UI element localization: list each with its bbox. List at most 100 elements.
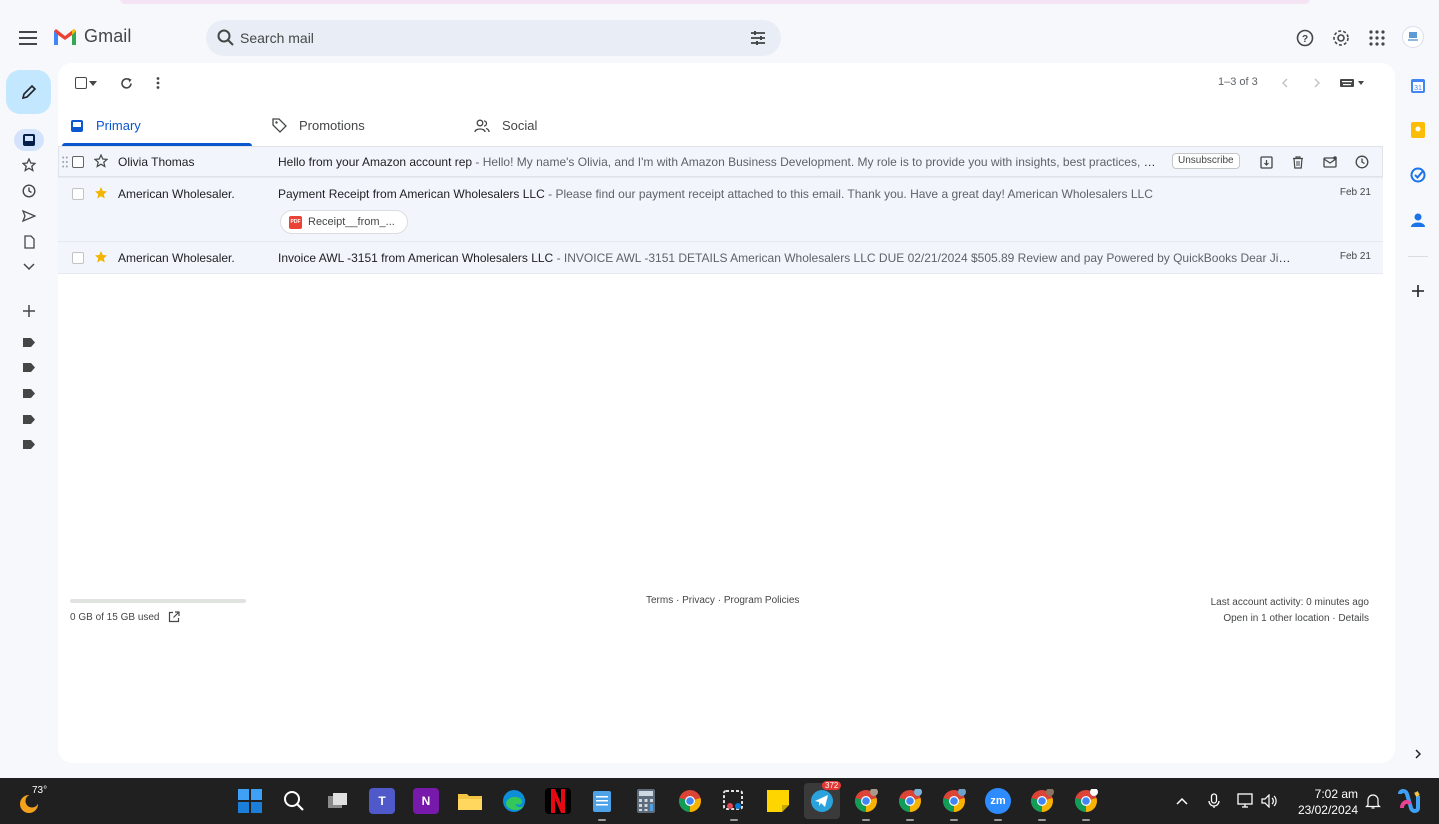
tab-label: Primary	[96, 118, 141, 133]
older-button[interactable]	[1306, 73, 1328, 93]
gmail-logo[interactable]: Gmail	[52, 26, 132, 47]
chrome-icon	[679, 790, 701, 812]
create-label-button[interactable]	[16, 300, 42, 322]
help-button[interactable]: ?	[1292, 25, 1317, 50]
search-options-icon[interactable]	[748, 28, 768, 48]
program-policies-link[interactable]: Program Policies	[724, 595, 800, 606]
email-row[interactable]: American Wholesaler. Payment Receipt fro…	[58, 178, 1383, 242]
show-hidden-icons-button[interactable]	[1172, 791, 1192, 811]
email-row[interactable]: American Wholesaler. Invoice AWL -3151 f…	[58, 242, 1383, 274]
calculator-app[interactable]	[633, 788, 659, 814]
netflix-app[interactable]	[545, 788, 571, 814]
email-subject: Hello from your Amazon account rep	[278, 155, 473, 169]
folder-icon	[458, 794, 482, 810]
footer: 0 GB of 15 GB used Terms · Privacy · Pro…	[58, 593, 1395, 633]
chevron-right-icon	[1314, 78, 1320, 88]
hide-side-panel-button[interactable]	[1407, 743, 1429, 765]
chrome-profile-5[interactable]	[1073, 788, 1099, 821]
nav-label-1[interactable]	[16, 331, 42, 353]
apps-button[interactable]	[1364, 25, 1389, 50]
tab-promotions[interactable]: Promotions	[272, 105, 462, 146]
windows-icon	[238, 789, 262, 813]
star-filled-icon[interactable]	[94, 250, 108, 264]
network-button[interactable]	[1236, 791, 1256, 811]
input-tools-button[interactable]	[1338, 73, 1366, 93]
row-checkbox[interactable]	[72, 156, 84, 168]
refresh-button[interactable]	[115, 73, 137, 93]
storage-info: 0 GB of 15 GB used	[70, 611, 180, 623]
newer-button[interactable]	[1274, 73, 1296, 93]
details-link[interactable]: Details	[1338, 613, 1369, 624]
start-button[interactable]	[237, 788, 263, 814]
temperature: 73°	[32, 785, 48, 796]
edge-app[interactable]	[501, 788, 527, 814]
teams-app[interactable]: T	[369, 788, 395, 814]
taskbar-search-button[interactable]	[281, 788, 307, 814]
select-dropdown[interactable]	[86, 73, 100, 93]
search-input[interactable]	[240, 20, 740, 56]
file-explorer-app[interactable]	[457, 788, 483, 814]
row-checkbox[interactable]	[72, 188, 84, 200]
weather-widget[interactable]: 73°	[18, 785, 48, 817]
volume-button[interactable]	[1259, 791, 1279, 811]
email-subject: Invoice AWL -3151 from American Wholesal…	[278, 251, 554, 265]
avatar-icon	[1408, 32, 1418, 41]
snipping-tool-app[interactable]	[721, 788, 747, 821]
sticky-notes-app[interactable]	[765, 788, 791, 814]
delete-button[interactable]	[1288, 152, 1308, 172]
email-row[interactable]: Olivia Thomas Hello from your Amazon acc…	[58, 146, 1383, 178]
unsubscribe-button[interactable]: Unsubscribe	[1172, 153, 1240, 169]
nav-label-2[interactable]	[16, 356, 42, 378]
notepad-app[interactable]	[589, 788, 615, 821]
external-link-icon[interactable]	[168, 611, 180, 623]
contacts-app-button[interactable]	[1407, 209, 1429, 231]
account-avatar[interactable]	[1402, 26, 1424, 48]
compose-button[interactable]	[6, 70, 51, 114]
nav-snoozed[interactable]	[16, 180, 42, 202]
calendar-app-button[interactable]: 31	[1407, 75, 1429, 97]
snooze-button[interactable]	[1352, 152, 1372, 172]
chrome-profile-1[interactable]	[853, 788, 879, 821]
system-clock[interactable]: 7:02 am 23/02/2024	[1288, 786, 1358, 818]
nav-drafts[interactable]	[16, 231, 42, 253]
nav-inbox[interactable]	[14, 129, 44, 151]
more-options-button[interactable]	[147, 73, 169, 93]
tab-primary[interactable]: Primary	[58, 105, 252, 146]
task-view-button[interactable]	[325, 788, 351, 814]
nav-label-4[interactable]	[16, 408, 42, 430]
nav-label-3[interactable]	[16, 382, 42, 404]
nav-more[interactable]	[16, 256, 42, 278]
microphone-button[interactable]	[1204, 791, 1224, 811]
onenote-app[interactable]: N	[413, 788, 439, 814]
copilot-button[interactable]	[1396, 788, 1422, 814]
chrome-profile-2[interactable]	[897, 788, 923, 821]
star-outline-icon[interactable]	[94, 154, 108, 168]
drag-handle-icon[interactable]	[62, 156, 68, 168]
archive-button[interactable]	[1256, 152, 1276, 172]
nav-label-5[interactable]	[16, 433, 42, 455]
chrome-profile-3[interactable]	[941, 788, 967, 821]
keep-app-button[interactable]	[1407, 119, 1429, 141]
star-filled-icon[interactable]	[94, 186, 108, 200]
notifications-button[interactable]	[1363, 791, 1383, 811]
search-icon[interactable]	[216, 28, 236, 48]
chrome-profile-4[interactable]	[1029, 788, 1055, 821]
main-menu-button[interactable]	[14, 24, 42, 52]
mark-unread-button[interactable]	[1320, 152, 1340, 172]
privacy-link[interactable]: Privacy	[682, 595, 715, 606]
telegram-app[interactable]: 372	[804, 781, 842, 819]
tasks-app-button[interactable]	[1407, 164, 1429, 186]
get-addons-button[interactable]	[1407, 280, 1429, 302]
attachment-chip[interactable]: PDF Receipt__from_...	[280, 210, 408, 234]
settings-button[interactable]	[1328, 25, 1353, 50]
trash-icon	[1293, 155, 1303, 169]
chevron-down-icon	[23, 263, 35, 271]
row-checkbox[interactable]	[72, 252, 84, 264]
running-indicator	[598, 819, 606, 821]
nav-sent[interactable]	[16, 205, 42, 227]
nav-starred[interactable]	[16, 154, 42, 176]
zoom-app[interactable]: zm	[985, 788, 1011, 821]
tab-social[interactable]: Social	[474, 105, 664, 146]
terms-link[interactable]: Terms	[646, 595, 673, 606]
chrome-app[interactable]	[677, 788, 703, 814]
